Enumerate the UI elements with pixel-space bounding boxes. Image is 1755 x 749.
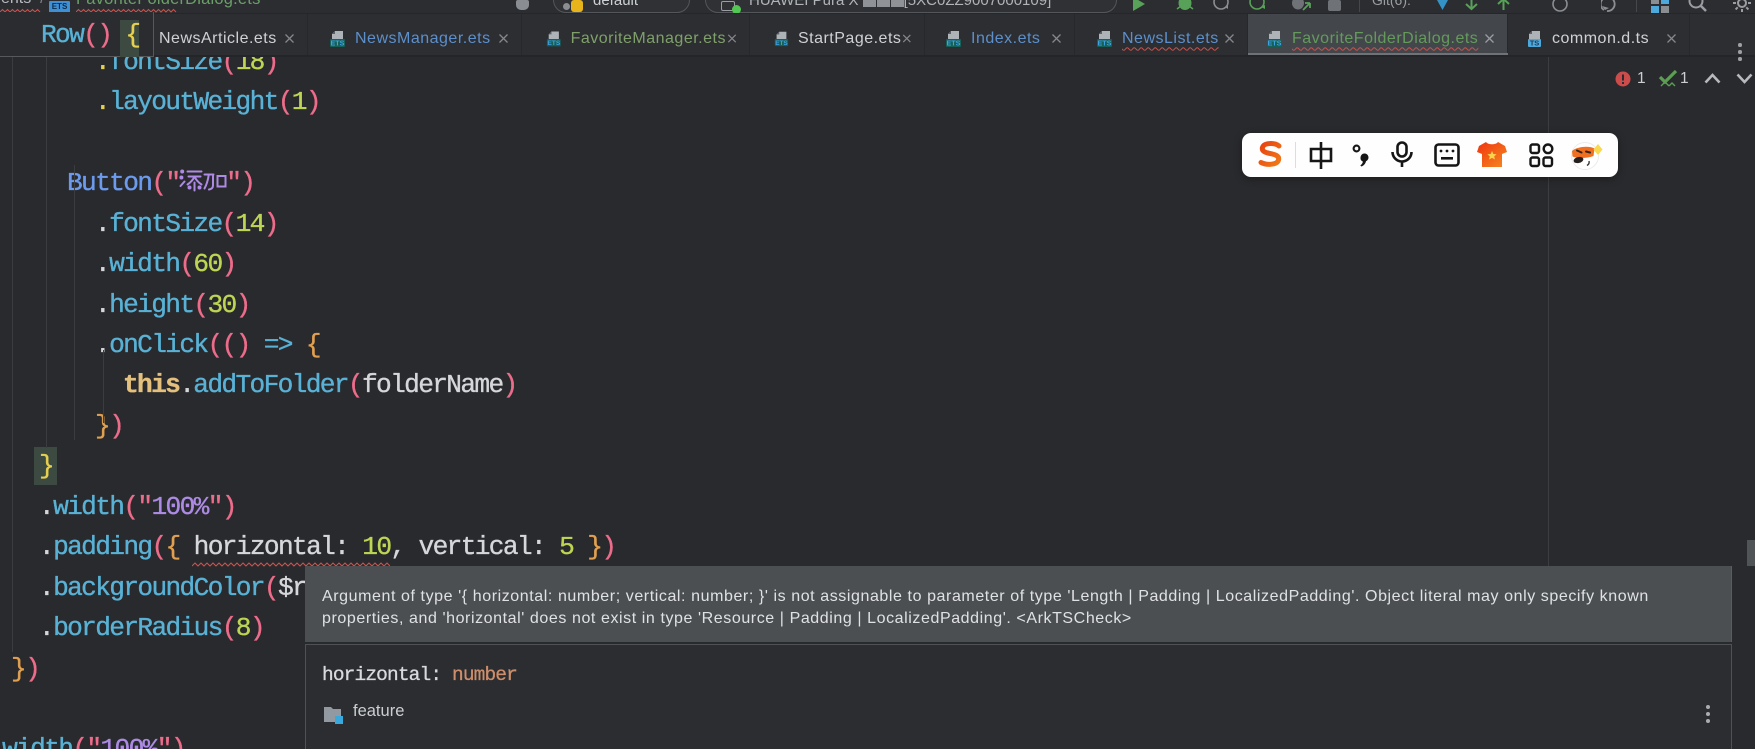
svg-text:ETS: ETS [1268,39,1282,48]
svg-text:ETS: ETS [331,39,345,48]
svg-text:TS: TS [1530,39,1540,48]
svg-text:ETS: ETS [947,39,961,48]
svg-text:ETS: ETS [775,40,788,47]
svg-text:ETS: ETS [547,40,561,47]
svg-text:ETS: ETS [1098,39,1112,48]
